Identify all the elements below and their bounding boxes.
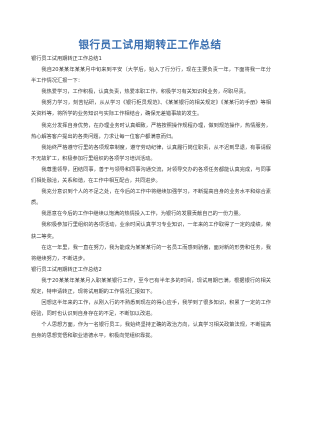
section-heading: 银行员工试用期转正工作总结1 xyxy=(31,56,102,62)
body-paragraph: 我积极参加行里组织的各项活动，业余时间认真学习专业知识，一年来的工作取得了一定的… xyxy=(31,222,271,240)
body-paragraph: 我充分意识到个人的不足之处，在今后的工作中将继续加强学习，不断提高自身的业务水平… xyxy=(31,189,271,207)
section-heading: 银行员工试用期转正工作总结2 xyxy=(31,266,102,273)
body-paragraph: 我自20某某年某某月中旬来到平安（大学后，始入了行分行，现在主要负责一年，下面将… xyxy=(31,67,271,85)
document-page: 银行员工试用期转正工作总结 银行员工试用期转正工作总结1 我自20某某年某某月中旬… xyxy=(0,0,300,424)
body-paragraph: 我充分发挥自身优势，在办理业务时认真细致，严格按照操作规程办理，做到规范操作，热… xyxy=(31,122,271,140)
body-paragraph: 回想这半年来的工作，从刚入行的不熟悉到现在的得心应手，我学到了很多知识，积累了一… xyxy=(31,300,271,318)
body-paragraph: 我尊重领导，团结同事，善于与领导和同事沟通交流，对领导交办的各项任务都能认真完成… xyxy=(31,166,271,185)
body-paragraph: 我于20某某年某某月入职某某银行工作，至今已有半年多的时间，现试用期已满，根据银… xyxy=(31,277,271,295)
body-paragraph: 我热爱学习，工作积极，认真负责，热爱本职工作，积极学习有关知识和业务，尽职尽责。 xyxy=(41,89,249,96)
body-paragraph: 个人思想方面，作为一名银行员工，我始终坚持正确的政治方向，认真学习相关政策法规，… xyxy=(31,322,271,340)
body-paragraph: 我努力学习，刻苦钻研，从从学习《银行柜员规范》、《某某银行的相关规定》《某某行的… xyxy=(31,100,271,118)
body-paragraph: 我始终严格遵守行里的各项规章制度，遵守劳动纪律，认真履行岗位职责，从不迟到早退，… xyxy=(31,144,271,162)
document-title: 银行员工试用期转正工作总结 xyxy=(78,39,222,51)
document-body: 银行员工试用期转正工作总结1 我自20某某年某某月中旬来到平安（大学后，始入了行分… xyxy=(31,54,271,342)
body-paragraph: 我愿意在今后的工作中继续以饱满的热情投入工作，为银行的发展贡献自己的一份力量。 xyxy=(41,211,244,218)
body-paragraph: 在这一年里，我一直在努力，我为能成为某某某行的一名员工而感到骄傲，面对新的形势和… xyxy=(31,244,271,262)
